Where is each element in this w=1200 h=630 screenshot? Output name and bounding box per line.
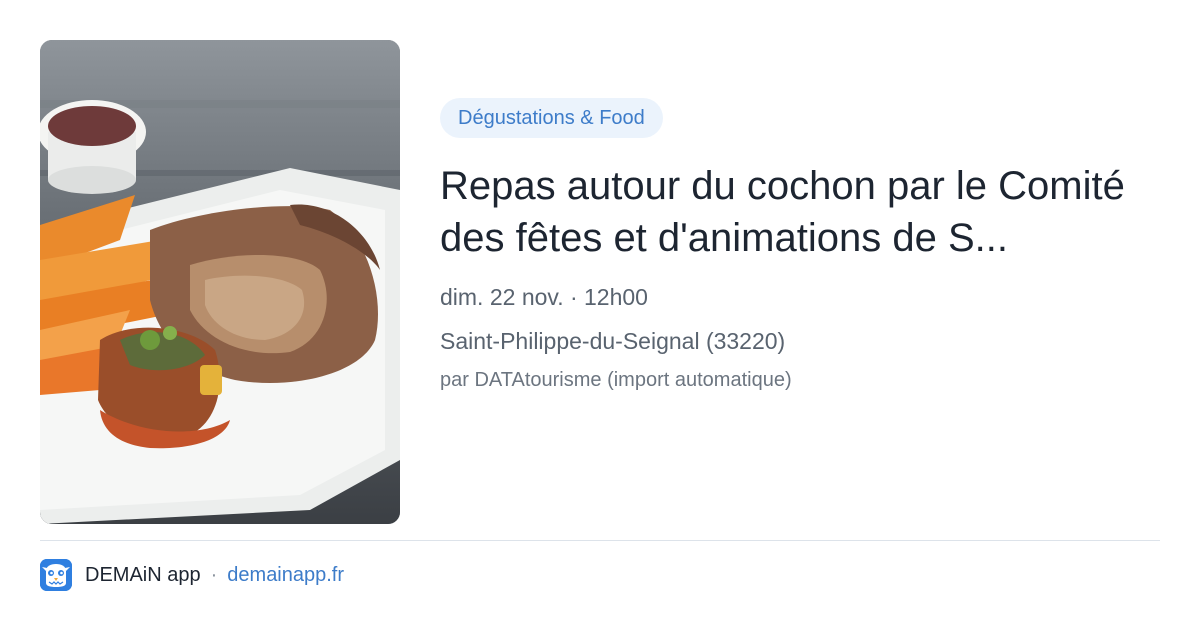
category-badge[interactable]: Dégustations & Food [440,98,663,138]
event-author: par DATAtourisme (import automatique) [440,369,792,391]
event-datetime: dim. 22 nov. · 12h00 [440,284,648,310]
event-photo[interactable] [40,40,400,524]
app-name: DEMAiN app [85,563,201,586]
divider [40,540,1160,541]
footer-separator: · [210,563,218,586]
event-details: Dégustations & Food Repas autour du coch… [440,98,1170,394]
event-title[interactable]: Repas autour du cochon par le Comité des… [440,160,1170,264]
event-location: Saint-Philippe-du-Seignal (33220) [440,328,786,354]
bird-mascot-icon[interactable] [40,559,72,591]
app-domain-link[interactable]: demainapp.fr [227,564,344,587]
footer: DEMAiN app · demainapp.fr [40,558,344,592]
food-plate-image [40,40,400,524]
